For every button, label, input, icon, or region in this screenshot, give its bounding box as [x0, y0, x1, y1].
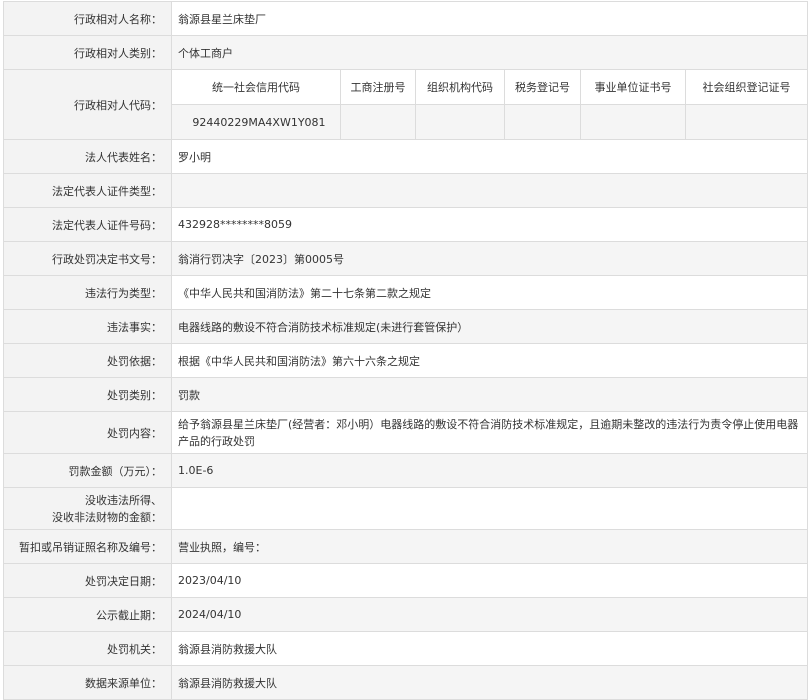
row-name: 行政相对人名称： 翁源县星兰床垫厂: [3, 1, 809, 36]
row-doc-number: 行政处罚决定书文号： 翁消行罚决字〔2023〕第0005号: [3, 241, 809, 276]
confiscated-value: [170, 487, 809, 530]
fine-label: 罚款金额（万元）：: [3, 453, 172, 488]
publicity-end-label: 公示截止期：: [3, 597, 172, 632]
row-penalty-type: 处罚类别： 罚款: [3, 377, 809, 412]
confiscated-label-line1: 没收违法所得、: [85, 493, 162, 507]
decision-date-value: 2023/04/10: [170, 563, 809, 598]
name-value: 翁源县星兰床垫厂: [170, 1, 809, 36]
code-value-tax-reg: [504, 104, 581, 140]
violation-type-label: 违法行为类型：: [3, 275, 172, 310]
doc-number-label: 行政处罚决定书文号：: [3, 241, 172, 276]
row-source: 数据来源单位： 翁源县消防救援大队: [3, 665, 809, 700]
row-decision-date: 处罚决定日期： 2023/04/10: [3, 563, 809, 598]
category-value: 个体工商户: [170, 35, 809, 70]
facts-value: 电器线路的敷设不符合消防技术标准规定(未进行套管保护）: [170, 309, 809, 344]
id-type-value: [170, 173, 809, 208]
license-value: 营业执照，编号：: [170, 529, 809, 564]
authority-value: 翁源县消防救援大队: [170, 631, 809, 666]
basis-value: 根据《中华人民共和国消防法》第六十六条之规定: [170, 343, 809, 378]
code-label: 行政相对人代码：: [3, 69, 172, 140]
row-facts: 违法事实： 电器线路的敷设不符合消防技术标准规定(未进行套管保护）: [3, 309, 809, 344]
violation-type-value: 《中华人民共和国消防法》第二十七条第二款之规定: [170, 275, 809, 310]
penalty-type-label: 处罚类别：: [3, 377, 172, 412]
row-code-headers: 行政相对人代码： 统一社会信用代码 工商注册号 组织机构代码 税务登记号 事业单…: [3, 69, 809, 140]
license-label: 暂扣或吊销证照名称及编号：: [3, 529, 172, 564]
row-publicity-end: 公示截止期： 2024/04/10: [3, 597, 809, 632]
row-category: 行政相对人类别： 个体工商户: [3, 35, 809, 70]
code-header-business-reg: 工商注册号: [340, 69, 416, 105]
code-value-business-reg: [340, 104, 416, 140]
row-fine: 罚款金额（万元）： 1.0E-6: [3, 453, 809, 488]
source-label: 数据来源单位：: [3, 665, 172, 700]
code-header-institution: 事业单位证书号: [580, 69, 686, 105]
id-number-value: 432928********8059: [170, 207, 809, 242]
code-value-credit: 92440229MA4XW1Y081: [171, 104, 341, 140]
code-value-org-code: [415, 104, 505, 140]
legal-rep-label: 法人代表姓名：: [3, 139, 172, 174]
confiscated-label: 没收违法所得、 没收非法财物的金额：: [3, 487, 172, 530]
code-header-credit: 统一社会信用代码: [171, 69, 341, 105]
authority-label: 处罚机关：: [3, 631, 172, 666]
source-value: 翁源县消防救援大队: [170, 665, 809, 700]
code-header-tax-reg: 税务登记号: [504, 69, 581, 105]
doc-number-value: 翁消行罚决字〔2023〕第0005号: [170, 241, 809, 276]
row-license: 暂扣或吊销证照名称及编号： 营业执照，编号：: [3, 529, 809, 564]
legal-rep-value: 罗小明: [170, 139, 809, 174]
id-number-label: 法定代表人证件号码：: [3, 207, 172, 242]
penalty-info-table: 行政相对人名称： 翁源县星兰床垫厂 行政相对人类别： 个体工商户 行政相对人代码…: [3, 1, 809, 700]
decision-date-label: 处罚决定日期：: [3, 563, 172, 598]
code-value-social-org: [684, 104, 809, 140]
fine-value: 1.0E-6: [170, 453, 809, 488]
row-legal-rep: 法人代表姓名： 罗小明: [3, 139, 809, 174]
code-header-org-code: 组织机构代码: [415, 69, 505, 105]
row-id-number: 法定代表人证件号码： 432928********8059: [3, 207, 809, 242]
row-authority: 处罚机关： 翁源县消防救援大队: [3, 631, 809, 666]
name-label: 行政相对人名称：: [3, 1, 172, 36]
confiscated-label-line2: 没收非法财物的金额：: [52, 510, 162, 524]
publicity-end-value: 2024/04/10: [170, 597, 809, 632]
row-basis: 处罚依据： 根据《中华人民共和国消防法》第六十六条之规定: [3, 343, 809, 378]
code-header-social-org: 社会组织登记证号: [684, 69, 809, 105]
penalty-type-value: 罚款: [170, 377, 809, 412]
row-content: 处罚内容： 给予翁源县星兰床垫厂(经营者：邓小明）电器线路的敷设不符合消防技术标…: [3, 411, 809, 454]
content-value: 给予翁源县星兰床垫厂(经营者：邓小明）电器线路的敷设不符合消防技术标准规定，且逾…: [170, 411, 809, 454]
basis-label: 处罚依据：: [3, 343, 172, 378]
category-label: 行政相对人类别：: [3, 35, 172, 70]
row-id-type: 法定代表人证件类型：: [3, 173, 809, 208]
id-type-label: 法定代表人证件类型：: [3, 173, 172, 208]
row-violation-type: 违法行为类型： 《中华人民共和国消防法》第二十七条第二款之规定: [3, 275, 809, 310]
content-label: 处罚内容：: [3, 411, 172, 454]
facts-label: 违法事实：: [3, 309, 172, 344]
row-confiscated: 没收违法所得、 没收非法财物的金额：: [3, 487, 809, 530]
code-value-institution: [580, 104, 686, 140]
